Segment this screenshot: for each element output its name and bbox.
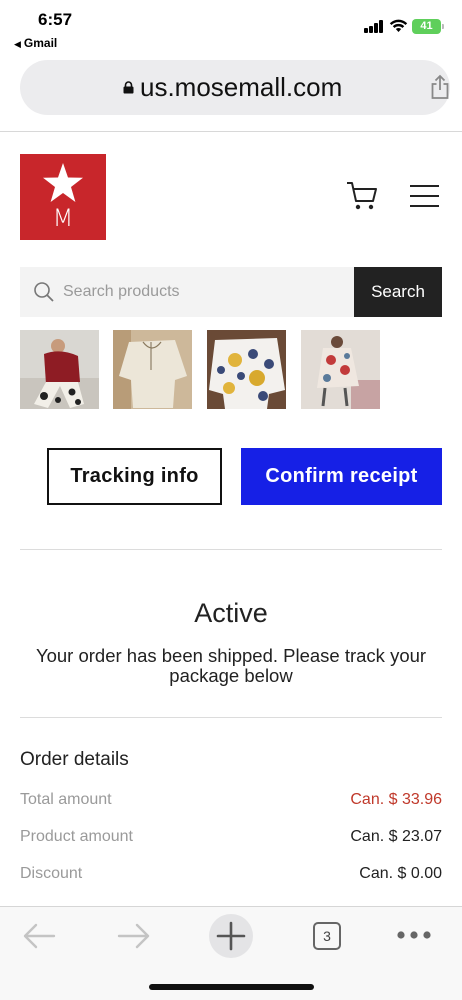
tracking-info-button[interactable]: Tracking info bbox=[47, 448, 222, 505]
order-status-message: Your order has been shipped. Please trac… bbox=[35, 645, 427, 686]
star-icon bbox=[43, 163, 83, 202]
order-status-title: Active bbox=[194, 598, 268, 628]
total-amount-row: Total amount Can. $ 33.96 bbox=[20, 791, 442, 813]
browser-divider bbox=[0, 131, 462, 132]
back-triangle-icon: ◀ bbox=[14, 39, 21, 49]
confirm-receipt-button[interactable]: Confirm receipt bbox=[241, 448, 442, 505]
status-time: 6:57 bbox=[38, 10, 73, 29]
product-thumbnail-3[interactable] bbox=[207, 330, 286, 409]
discount-row: Discount Can. $ 0.00 bbox=[20, 865, 442, 887]
site-logo[interactable]: M bbox=[20, 154, 106, 240]
product-thumbnail-1[interactable] bbox=[20, 330, 99, 409]
detail-value: Can. $ 33.96 bbox=[350, 791, 442, 808]
order-details-title: Order details bbox=[20, 749, 129, 770]
more-icon[interactable] bbox=[396, 929, 432, 941]
detail-label: Total amount bbox=[20, 791, 112, 808]
status-bar: 6:57 ◀ Gmail 41 bbox=[0, 0, 462, 56]
logo-letter: M bbox=[52, 204, 74, 232]
back-arrow-icon[interactable] bbox=[22, 921, 56, 951]
product-thumbnail-2[interactable] bbox=[113, 330, 192, 409]
detail-label: Discount bbox=[20, 865, 83, 882]
section-divider bbox=[20, 549, 442, 550]
cart-icon[interactable] bbox=[345, 180, 379, 212]
back-to-app-link[interactable]: ◀ Gmail bbox=[14, 36, 57, 50]
detail-label: Product amount bbox=[20, 828, 133, 845]
hamburger-menu-icon[interactable] bbox=[410, 185, 439, 207]
product-thumbnail-4[interactable] bbox=[301, 330, 380, 409]
lock-icon bbox=[123, 81, 134, 94]
cellular-signal-icon bbox=[364, 20, 384, 33]
plus-icon[interactable] bbox=[208, 913, 254, 959]
home-indicator[interactable] bbox=[149, 984, 314, 990]
wifi-icon bbox=[389, 19, 408, 32]
search-button[interactable]: Search bbox=[354, 267, 442, 317]
battery-icon: 41 bbox=[412, 19, 444, 34]
url-text: us.mosemall.com bbox=[140, 72, 343, 102]
detail-value: Can. $ 0.00 bbox=[359, 865, 442, 882]
detail-value: Can. $ 23.07 bbox=[350, 828, 442, 845]
address-bar[interactable]: us.mosemall.com bbox=[20, 60, 450, 115]
product-amount-row: Product amount Can. $ 23.07 bbox=[20, 828, 442, 850]
search-input[interactable] bbox=[63, 267, 348, 317]
section-divider bbox=[20, 717, 442, 718]
search-icon bbox=[34, 282, 54, 302]
search-field[interactable] bbox=[20, 267, 354, 317]
share-icon[interactable] bbox=[430, 74, 450, 100]
tabs-icon[interactable]: 3 bbox=[313, 922, 341, 950]
back-app-label: Gmail bbox=[23, 36, 58, 50]
forward-arrow-icon[interactable] bbox=[117, 921, 151, 951]
